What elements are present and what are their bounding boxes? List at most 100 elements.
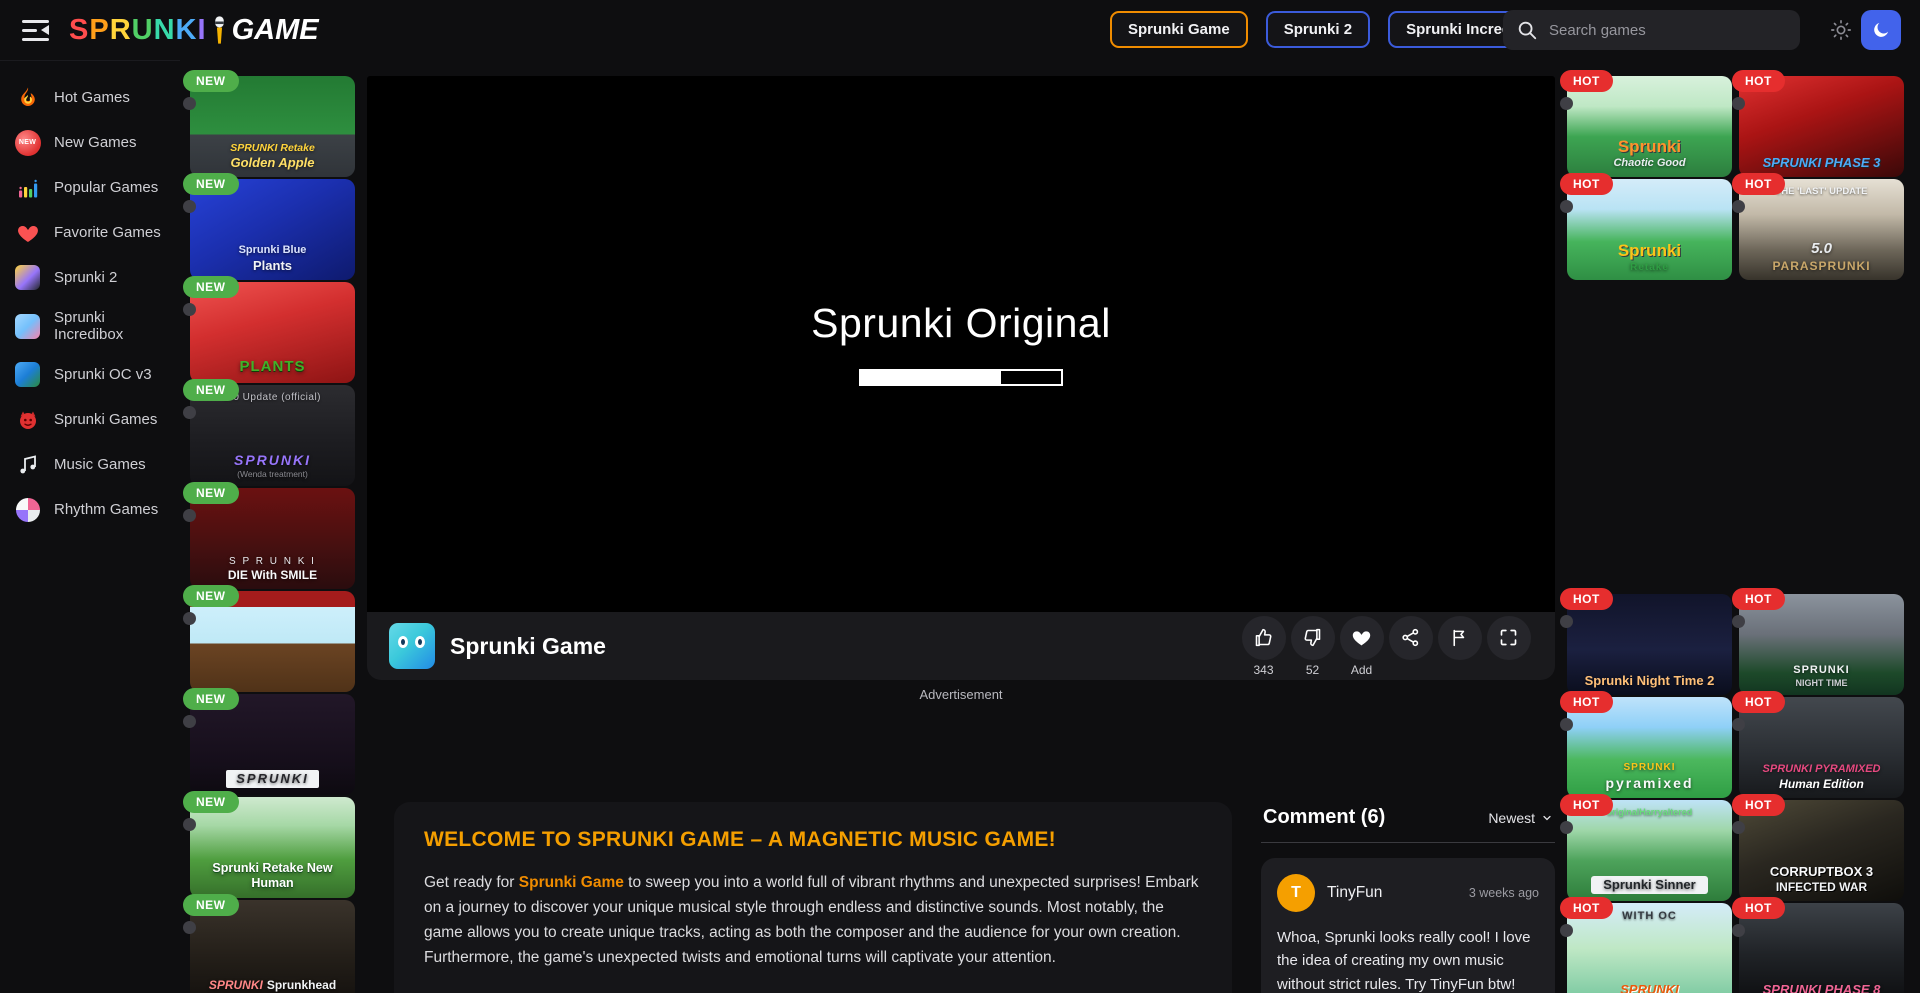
game-card-sprunki-phase-3[interactable]: HOT SPRUNKI PHASE 3 [1739,76,1904,177]
sprunki-incredibox-thumbnail-icon [14,313,41,340]
game-title: SPRUNKI [1567,982,1732,993]
game-title: Sprunki [1567,136,1732,157]
hot-games-top-grid: HOT SprunkiChaotic Good HOT SPRUNKI PHAS… [1567,76,1907,280]
comment-item: T TinyFun 3 weeks ago Whoa, Sprunki look… [1261,858,1555,993]
game-card-corruptbox-3-infected-war[interactable]: HOT CORRUPTBOX 3INFECTED WAR [1739,800,1904,901]
sidebar-item-music-games[interactable]: Music Games [0,442,180,487]
game-subtitle: pyramixed [1567,775,1732,793]
nav-button-sprunki-2[interactable]: Sprunki 2 [1266,11,1370,48]
game-card-stage-scene[interactable]: NEW [190,591,355,692]
game-subtitle: Chaotic Good [1567,157,1732,171]
game-card-sprunki-plants[interactable]: NEW PLANTS [190,282,355,383]
game-title: Sprunki Sinner [1591,876,1707,894]
game-card-sprunki-neon[interactable]: NEW SPRUNKI [190,694,355,795]
game-card-sprunki-2-0-update[interactable]: NEW 2.0 Update (official) SPRUNKI(Wenda … [190,385,355,486]
hot-badge: HOT [1560,173,1613,195]
sidebar-item-label: Sprunki OC v3 [54,366,152,383]
game-card-sprunki-phase-8[interactable]: HOT SPRUNKI PHASE 8 [1739,903,1904,993]
game-card-sprunki-retake-new-human[interactable]: NEW Sprunki Retake New Human [190,797,355,898]
dislike-button[interactable]: 52 [1288,616,1337,677]
logo-letter: R [110,14,132,47]
game-title: SPRUNKI [209,978,263,992]
hot-badge: HOT [1732,794,1785,816]
game-title: CORRUPTBOX 3 [1739,864,1904,880]
sidebar-item-rhythm-games[interactable]: Rhythm Games [0,487,180,532]
game-title: SPRUNKI [1739,664,1904,678]
logo-letter: K [176,14,198,47]
hot-badge: HOT [1560,70,1613,92]
new-badge: NEW [183,688,239,710]
sidebar-item-sprunki-incredibox[interactable]: Sprunki Incredibox [0,300,180,352]
new-badge: NEW [183,70,239,92]
comment-text: Whoa, Sprunki looks really cool! I love … [1277,926,1539,993]
welcome-section: WELCOME TO SPRUNKI GAME – A MAGNETIC MUS… [394,802,1232,993]
comments-sort-dropdown[interactable]: Newest [1488,810,1553,826]
favorite-button[interactable]: Add [1337,616,1386,677]
hot-badge: HOT [1560,794,1613,816]
game-title: S P R U N K I [190,556,355,569]
game-card-sprunki-blue-plants[interactable]: NEW Sprunki BluePlants [190,179,355,280]
logo-letter: U [132,14,154,47]
sun-icon[interactable] [1830,19,1852,41]
menu-toggle-icon[interactable] [22,20,49,41]
game-actions: 343 52 Add [1239,616,1533,677]
game-title: SPRUNKI Retake [190,142,355,155]
sidebar-item-sprunki-oc-v3[interactable]: Sprunki OC v3 [0,352,180,397]
sidebar-item-new-games[interactable]: NEW New Games [0,120,180,165]
like-button[interactable]: 343 [1239,616,1288,677]
sidebar-item-sprunki-games[interactable]: Sprunki Games [0,397,180,442]
dislike-count: 52 [1306,663,1319,677]
game-card-sprunki-with-oc[interactable]: HOT WITH OC SPRUNKI [1567,903,1732,993]
game-card-sprunki-night-time-2[interactable]: HOT Sprunki Night Time 2 [1567,594,1732,695]
sidebar-item-favorite-games[interactable]: Favorite Games [0,210,180,255]
game-card-sprunki-pyramixed-human-edition[interactable]: HOT SPRUNKI PYRAMIXEDHuman Edition [1739,697,1904,798]
new-burst-icon: NEW [14,129,41,156]
share-icon [1400,627,1421,648]
game-card-sprunki-sinner[interactable]: HOT originalHarryaltered Sprunki Sinner [1567,800,1732,901]
logo-letter: N [154,14,176,47]
game-subtitle: Plants [190,258,355,274]
logo-letter: S [69,14,89,47]
comments-title: Comment (6) [1263,806,1385,829]
bar-chart-icon [14,174,41,201]
game-card-sprunki-night-time[interactable]: HOT SPRUNKINIGHT TIME [1739,594,1904,695]
moon-dark-mode-button[interactable] [1861,10,1901,50]
sidebar-item-hot-games[interactable]: Hot Games [0,75,180,120]
game-card-sprunki-pyramixed[interactable]: HOT SPRUNKIpyramixed [1567,697,1732,798]
share-button[interactable] [1386,616,1435,677]
flame-icon [14,84,41,111]
sprunki-2-thumbnail-icon [14,264,41,291]
game-subtitle: (Wenda treatment) [190,469,355,480]
search-bar[interactable] [1503,10,1800,50]
sidebar-item-label: Rhythm Games [54,501,158,518]
site-logo[interactable]: SPRUNKI GAME [69,14,319,47]
logo-suffix: GAME [232,14,319,47]
game-subtitle: Sprunkhead [267,978,336,992]
game-subtitle: INFECTED WAR [1739,880,1904,895]
game-card-sprunki-die-with-smile[interactable]: NEW S P R U N K IDIE With SMILE [190,488,355,589]
sidebar-item-sprunki-2[interactable]: Sprunki 2 [0,255,180,300]
search-input[interactable] [1549,22,1787,39]
welcome-paragraph-1: Get ready for Sprunki Game to sweep you … [424,870,1202,970]
game-title: 5.0 [1739,240,1904,259]
game-card-parasprunki-5-0[interactable]: HOT THE 'LAST' UPDATE 5.0PARASPRUNKI [1739,179,1904,280]
loading-progress-bar [859,369,1063,386]
report-flag-button[interactable] [1435,616,1484,677]
sprunki-game-highlight: Sprunki Game [519,874,624,891]
sidebar-item-label: Music Games [54,456,146,473]
game-card-sprunki-retake[interactable]: HOT SprunkiRetake [1567,179,1732,280]
devil-icon [14,406,41,433]
logo-letter: I [198,14,207,47]
game-card-sprunki-sprunkhead[interactable]: NEW SPRUNKISprunkhead [190,900,355,993]
nav-button-sprunki-game[interactable]: Sprunki Game [1110,11,1248,48]
main-content: Sprunki Original Sprunki Game 343 52 Add [367,76,1555,680]
game-card-sprunki-retake-golden-apple[interactable]: NEW SPRUNKI RetakeGolden Apple [190,76,355,177]
sidebar-item-popular-games[interactable]: Popular Games [0,165,180,210]
game-card-sprunki-chaotic-good[interactable]: HOT SprunkiChaotic Good [1567,76,1732,177]
welcome-paragraph-2: Let your imagination soar and craft unpa… [424,988,1202,993]
game-player[interactable]: Sprunki Original [367,76,1555,612]
welcome-heading: WELCOME TO SPRUNKI GAME – A MAGNETIC MUS… [424,828,1202,852]
fullscreen-button[interactable] [1484,616,1533,677]
favorite-label: Add [1351,663,1372,677]
hot-badge: HOT [1732,691,1785,713]
